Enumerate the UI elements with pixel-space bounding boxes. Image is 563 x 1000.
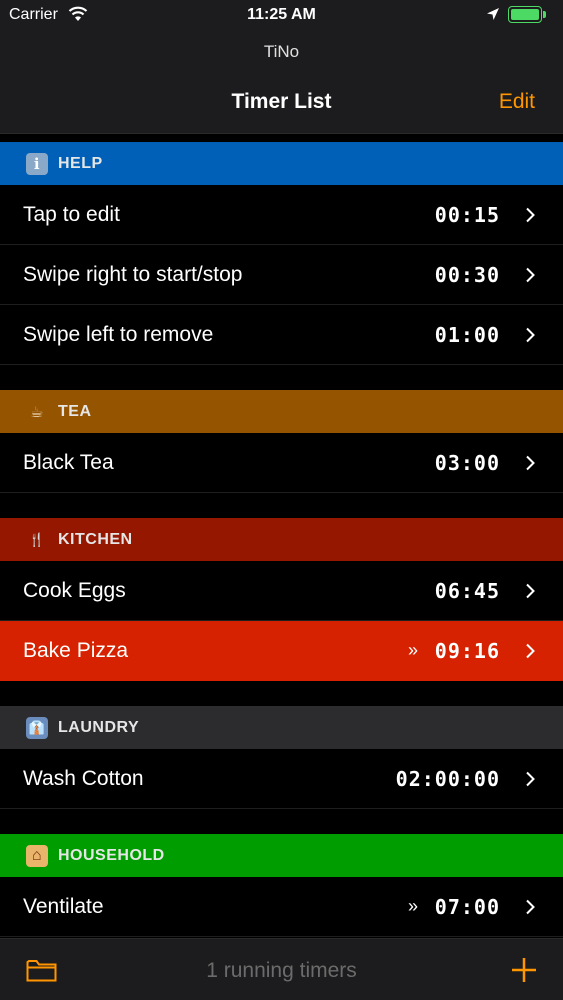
running-indicator: » <box>407 640 418 660</box>
timer-row[interactable]: Cook Eggs 06:45 <box>0 561 563 621</box>
running-indicator: » <box>407 896 418 916</box>
section-header-kitchen: 🍴 KITCHEN <box>0 518 563 561</box>
shirt-icon: 👔 <box>26 716 48 739</box>
timer-label: Ventilate <box>23 894 104 918</box>
running-timers-status: 1 running timers <box>206 959 357 982</box>
plus-icon[interactable] <box>511 957 537 983</box>
status-time: 11:25 AM <box>247 6 316 23</box>
timer-row[interactable]: Swipe right to start/stop 00:30 <box>0 245 563 305</box>
battery-icon <box>508 6 542 23</box>
section-title: LAUNDRY <box>58 718 140 736</box>
page-title: Timer List <box>231 90 332 113</box>
chevron-right-icon <box>526 643 535 658</box>
timer-row[interactable]: Swipe left to remove 01:00 <box>0 305 563 365</box>
timer-label: Wash Cotton <box>23 766 144 790</box>
timer-label: Black Tea <box>23 450 114 474</box>
section-gap <box>0 365 563 390</box>
section-header-tea: ☕ TEA <box>0 390 563 433</box>
timer-duration: 02:00:00 <box>395 766 500 791</box>
chevron-right-icon <box>526 207 535 222</box>
section-title: HOUSEHOLD <box>58 846 165 864</box>
section-header-household: ⌂ HOUSEHOLD <box>0 834 563 877</box>
section-gap <box>0 134 563 142</box>
section-gap <box>0 809 563 834</box>
status-bar: Carrier 11:25 AM <box>0 0 563 32</box>
chevron-right-icon <box>526 267 535 282</box>
section-title: KITCHEN <box>58 530 133 548</box>
chevron-right-icon <box>526 583 535 598</box>
timer-duration: 00:30 <box>434 262 500 287</box>
timer-row[interactable]: Bake Pizza 09:16 » <box>0 621 563 681</box>
timer-duration: 07:00 <box>434 894 500 919</box>
navigation-bar: TiNo Timer List Edit <box>0 32 563 134</box>
chevron-right-icon <box>526 771 535 786</box>
timer-duration: 09:16 <box>434 638 500 663</box>
timer-label: Tap to edit <box>23 202 120 226</box>
timer-label: Cook Eggs <box>23 578 126 602</box>
timer-duration: 03:00 <box>434 450 500 475</box>
timer-duration: 01:00 <box>434 322 500 347</box>
battery-fill <box>511 9 539 20</box>
timer-duration: 06:45 <box>434 578 500 603</box>
battery-tip <box>543 11 546 18</box>
chevron-right-icon <box>526 327 535 342</box>
timer-row[interactable]: Black Tea 03:00 <box>0 433 563 493</box>
bottom-toolbar: 1 running timers <box>0 938 563 1000</box>
chevron-right-icon <box>526 899 535 914</box>
section-header-help: i HELP <box>0 142 563 185</box>
timer-row[interactable]: Tap to edit 00:15 <box>0 185 563 245</box>
house-icon: ⌂ <box>26 844 48 867</box>
app-name: TiNo <box>263 42 300 61</box>
section-header-laundry: 👔 LAUNDRY <box>0 706 563 749</box>
timer-list[interactable]: i HELP Tap to edit 00:15 Swipe right to star… <box>0 134 563 938</box>
timer-duration: 00:15 <box>434 202 500 227</box>
section-title: TEA <box>58 402 92 420</box>
chevron-right-icon <box>526 455 535 470</box>
fork-knife-icon: 🍴 <box>28 531 46 547</box>
tea-cup-icon: ☕ <box>30 403 44 421</box>
section-title: HELP <box>58 154 103 172</box>
timer-label: Bake Pizza <box>23 638 129 662</box>
timer-row[interactable]: Ventilate 07:00 » <box>0 877 563 937</box>
timer-label: Swipe left to remove <box>23 322 214 346</box>
timer-row[interactable]: Wash Cotton 02:00:00 <box>0 749 563 809</box>
timer-label: Swipe right to start/stop <box>23 262 243 286</box>
section-gap <box>0 681 563 706</box>
info-icon: i <box>26 152 48 175</box>
edit-button[interactable]: Edit <box>499 90 535 114</box>
location-arrow-icon <box>487 8 499 20</box>
section-gap <box>0 493 563 518</box>
